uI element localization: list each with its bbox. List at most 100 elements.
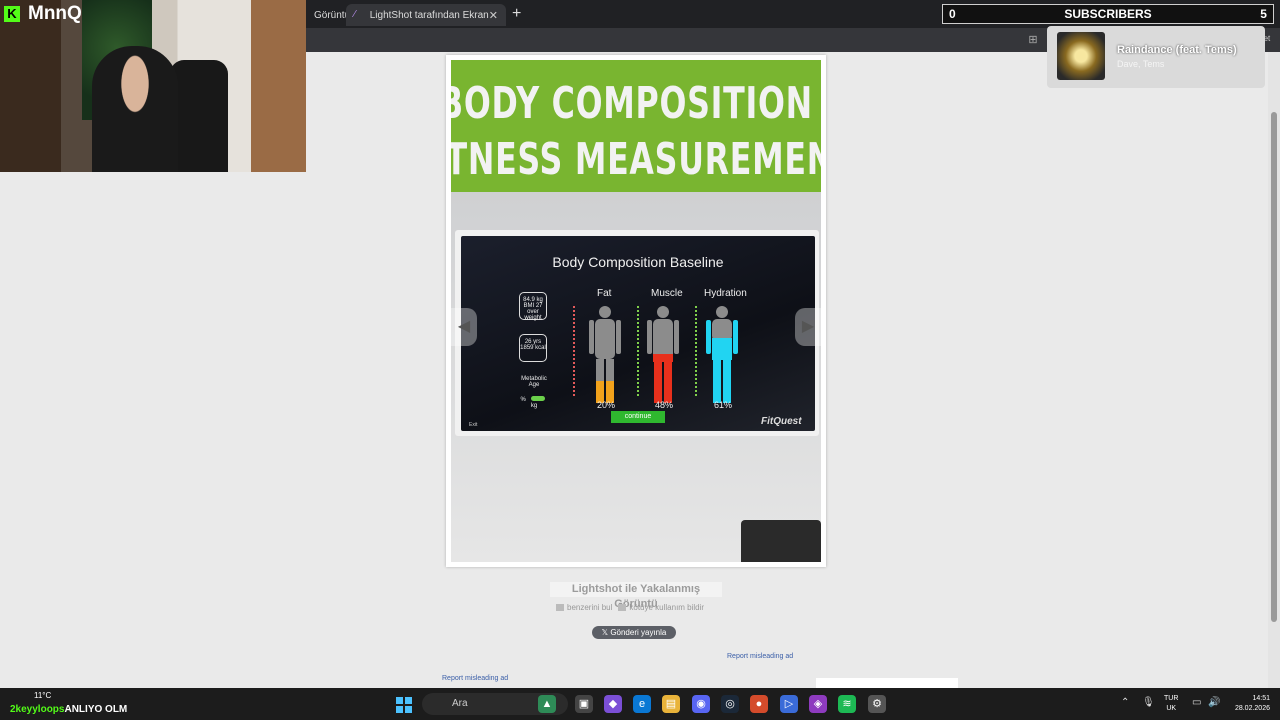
- gaming-chair: [170, 60, 228, 172]
- settings-gear-icon[interactable]: ⚙: [868, 695, 886, 713]
- channel-brand: K MnnQ: [4, 3, 82, 25]
- streamer: [92, 46, 178, 172]
- share-label: Gönderi yayınla: [610, 628, 667, 637]
- exit-label: Exit: [469, 422, 478, 428]
- hydration-body-figure: [706, 306, 738, 403]
- next-image-arrow-icon[interactable]: ▶: [795, 308, 821, 346]
- calendar-box: 26 yrs 1859 kcal: [519, 334, 547, 362]
- hydration-label: Hydration: [704, 288, 747, 299]
- language-bottom: UK: [1166, 705, 1177, 712]
- new-tab-button[interactable]: +: [512, 5, 521, 23]
- x-icon: 𝕏: [601, 628, 611, 637]
- scrollbar[interactable]: [1268, 52, 1280, 688]
- find-similar-link[interactable]: benzerini bul: [556, 603, 612, 612]
- feather-icon: ⁄: [354, 9, 356, 20]
- previous-image-arrow-icon[interactable]: ◀: [451, 308, 477, 346]
- chat-ticker: 2keyyloopsANLIYO OLM: [10, 704, 127, 715]
- weight-box: 84.9 kg BMI 27 over weight: [519, 292, 547, 321]
- taskbar: 11°C 2keyyloopsANLIYO OLM ⌕ Ara ▲ ▣ ◆ e …: [0, 688, 1280, 720]
- voice-app-icon[interactable]: ◈: [809, 695, 827, 713]
- fat-percent: 20%: [597, 400, 616, 410]
- body-composition-banner: BODY COMPOSITION AI ITNESS MEASUREMEN: [451, 60, 821, 192]
- toggle-percent: %: [520, 397, 526, 403]
- ticker-text: ANLIYO OLM: [64, 704, 128, 715]
- screenshot-image: BODY COMPOSITION AI ITNESS MEASUREMEN Bo…: [451, 60, 821, 562]
- fat-label: Fat: [597, 288, 612, 299]
- report-abuse-label: kötüye kullanım bildir: [629, 603, 705, 612]
- ad-slot: [816, 678, 958, 688]
- webcam-overlay: K MnnQ: [0, 0, 306, 172]
- weather-widget[interactable]: 11°C: [10, 691, 51, 700]
- track-title: Raindance (feat. Tems): [1117, 44, 1237, 56]
- metabolic-label: Metabolic Age: [521, 376, 547, 388]
- fitquest-logo: FitQuest: [761, 416, 802, 427]
- report-abuse-link[interactable]: kötüye kullanım bildir: [618, 603, 704, 612]
- image-actions: benzerini bul kötüye kullanım bildir: [556, 603, 704, 612]
- tab-previous-label: Görüntü: [314, 9, 351, 21]
- microphone-icon[interactable]: 🎙: [1142, 697, 1155, 708]
- album-art: [1057, 32, 1105, 80]
- subscribers-count-right: 5: [1260, 7, 1267, 21]
- close-icon[interactable]: ✕: [489, 9, 498, 22]
- volume-icon[interactable]: 🔊: [1208, 697, 1220, 708]
- clock-date: 28.02.2026: [1234, 705, 1270, 712]
- language-indicator[interactable]: TUR UK: [1164, 694, 1178, 714]
- subscribers-label: SUBSCRIBERS: [1064, 7, 1152, 21]
- page-title: Lightshot ile Yakalanmış Görüntü: [550, 582, 722, 610]
- streamer-bot-icon[interactable]: ▷: [780, 695, 798, 713]
- channel-name: MnnQ: [28, 3, 82, 24]
- scrollbar-thumb[interactable]: [1271, 112, 1277, 622]
- weather-temperature: 11°C: [34, 691, 52, 700]
- spotify-icon[interactable]: ≋: [838, 695, 856, 713]
- unit-toggle: % kg: [519, 396, 549, 409]
- hydration-scale: [695, 306, 697, 396]
- banner-line-2: ITNESS MEASUREMEN: [451, 134, 821, 185]
- weight-status: over weight: [524, 309, 542, 321]
- copilot-icon[interactable]: ◆: [604, 695, 622, 713]
- muscle-percent: 48%: [655, 400, 674, 410]
- discord-icon[interactable]: ◉: [692, 695, 710, 713]
- kick-logo-icon: K: [4, 6, 20, 22]
- taskbar-landscape-icon[interactable]: ▲: [538, 695, 556, 713]
- obs-icon[interactable]: ●: [750, 695, 768, 713]
- tray-chevron-up-icon[interactable]: ⌃: [1121, 697, 1129, 708]
- flag-icon: [618, 604, 627, 612]
- tab-previous[interactable]: Görüntü ✕: [306, 4, 359, 26]
- system-clock[interactable]: 14:51 28.02.2026: [1228, 694, 1270, 714]
- network-icon[interactable]: ▭: [1192, 697, 1201, 708]
- report-ad-link-2[interactable]: Report misleading ad: [442, 675, 508, 682]
- ticker-user: 2keyyloops: [10, 704, 65, 715]
- file-explorer-icon[interactable]: ▤: [662, 695, 680, 713]
- screenshot-frame: BODY COMPOSITION AI ITNESS MEASUREMEN Bo…: [446, 55, 826, 567]
- muscle-body-figure: [647, 306, 679, 403]
- printer-device: [741, 520, 821, 562]
- steam-icon[interactable]: ◎: [721, 695, 739, 713]
- windows-start-icon[interactable]: [396, 697, 412, 713]
- kcal-value: 1859 kcal: [520, 345, 546, 351]
- muscle-scale: [637, 306, 639, 396]
- subscribers-count-left: 0: [949, 7, 956, 21]
- find-similar-label: benzerini bul: [567, 603, 613, 612]
- extensions-icon[interactable]: ⊞: [1026, 33, 1040, 47]
- report-ad-link[interactable]: Report misleading ad: [727, 653, 793, 660]
- muscle-label: Muscle: [651, 288, 683, 299]
- fat-scale: [573, 306, 575, 396]
- fat-body-figure: [589, 306, 621, 403]
- hydration-percent: 61%: [714, 400, 733, 410]
- edge-icon[interactable]: e: [633, 695, 651, 713]
- banner-line-1: BODY COMPOSITION AI: [451, 78, 821, 129]
- track-artist: Dave, Tems: [1117, 59, 1165, 69]
- screen-title: Body Composition Baseline: [552, 254, 724, 270]
- continue-button: continue: [611, 411, 665, 423]
- kiosk-screen: Body Composition Baseline 84.9 kg BMI 27…: [461, 236, 815, 431]
- share-on-x-button[interactable]: 𝕏 Gönderi yayınla: [592, 626, 676, 639]
- tab-lightshot-label: LightShot tarafından Ekran Görüntü: [369, 9, 489, 21]
- image-icon: [556, 604, 564, 612]
- tab-lightshot[interactable]: ⁄ LightShot tarafından Ekran Görüntü ✕: [346, 4, 506, 26]
- now-playing-widget: Raindance (feat. Tems) Dave, Tems: [1047, 26, 1265, 88]
- language-top: TUR: [1164, 695, 1179, 702]
- stats-panel: 84.9 kg BMI 27 over weight 26 yrs 1859 k…: [519, 292, 549, 409]
- clock-time: 14:51: [1252, 695, 1270, 702]
- task-view-icon[interactable]: ▣: [575, 695, 593, 713]
- subscribers-counter: 0 SUBSCRIBERS 5: [942, 4, 1274, 24]
